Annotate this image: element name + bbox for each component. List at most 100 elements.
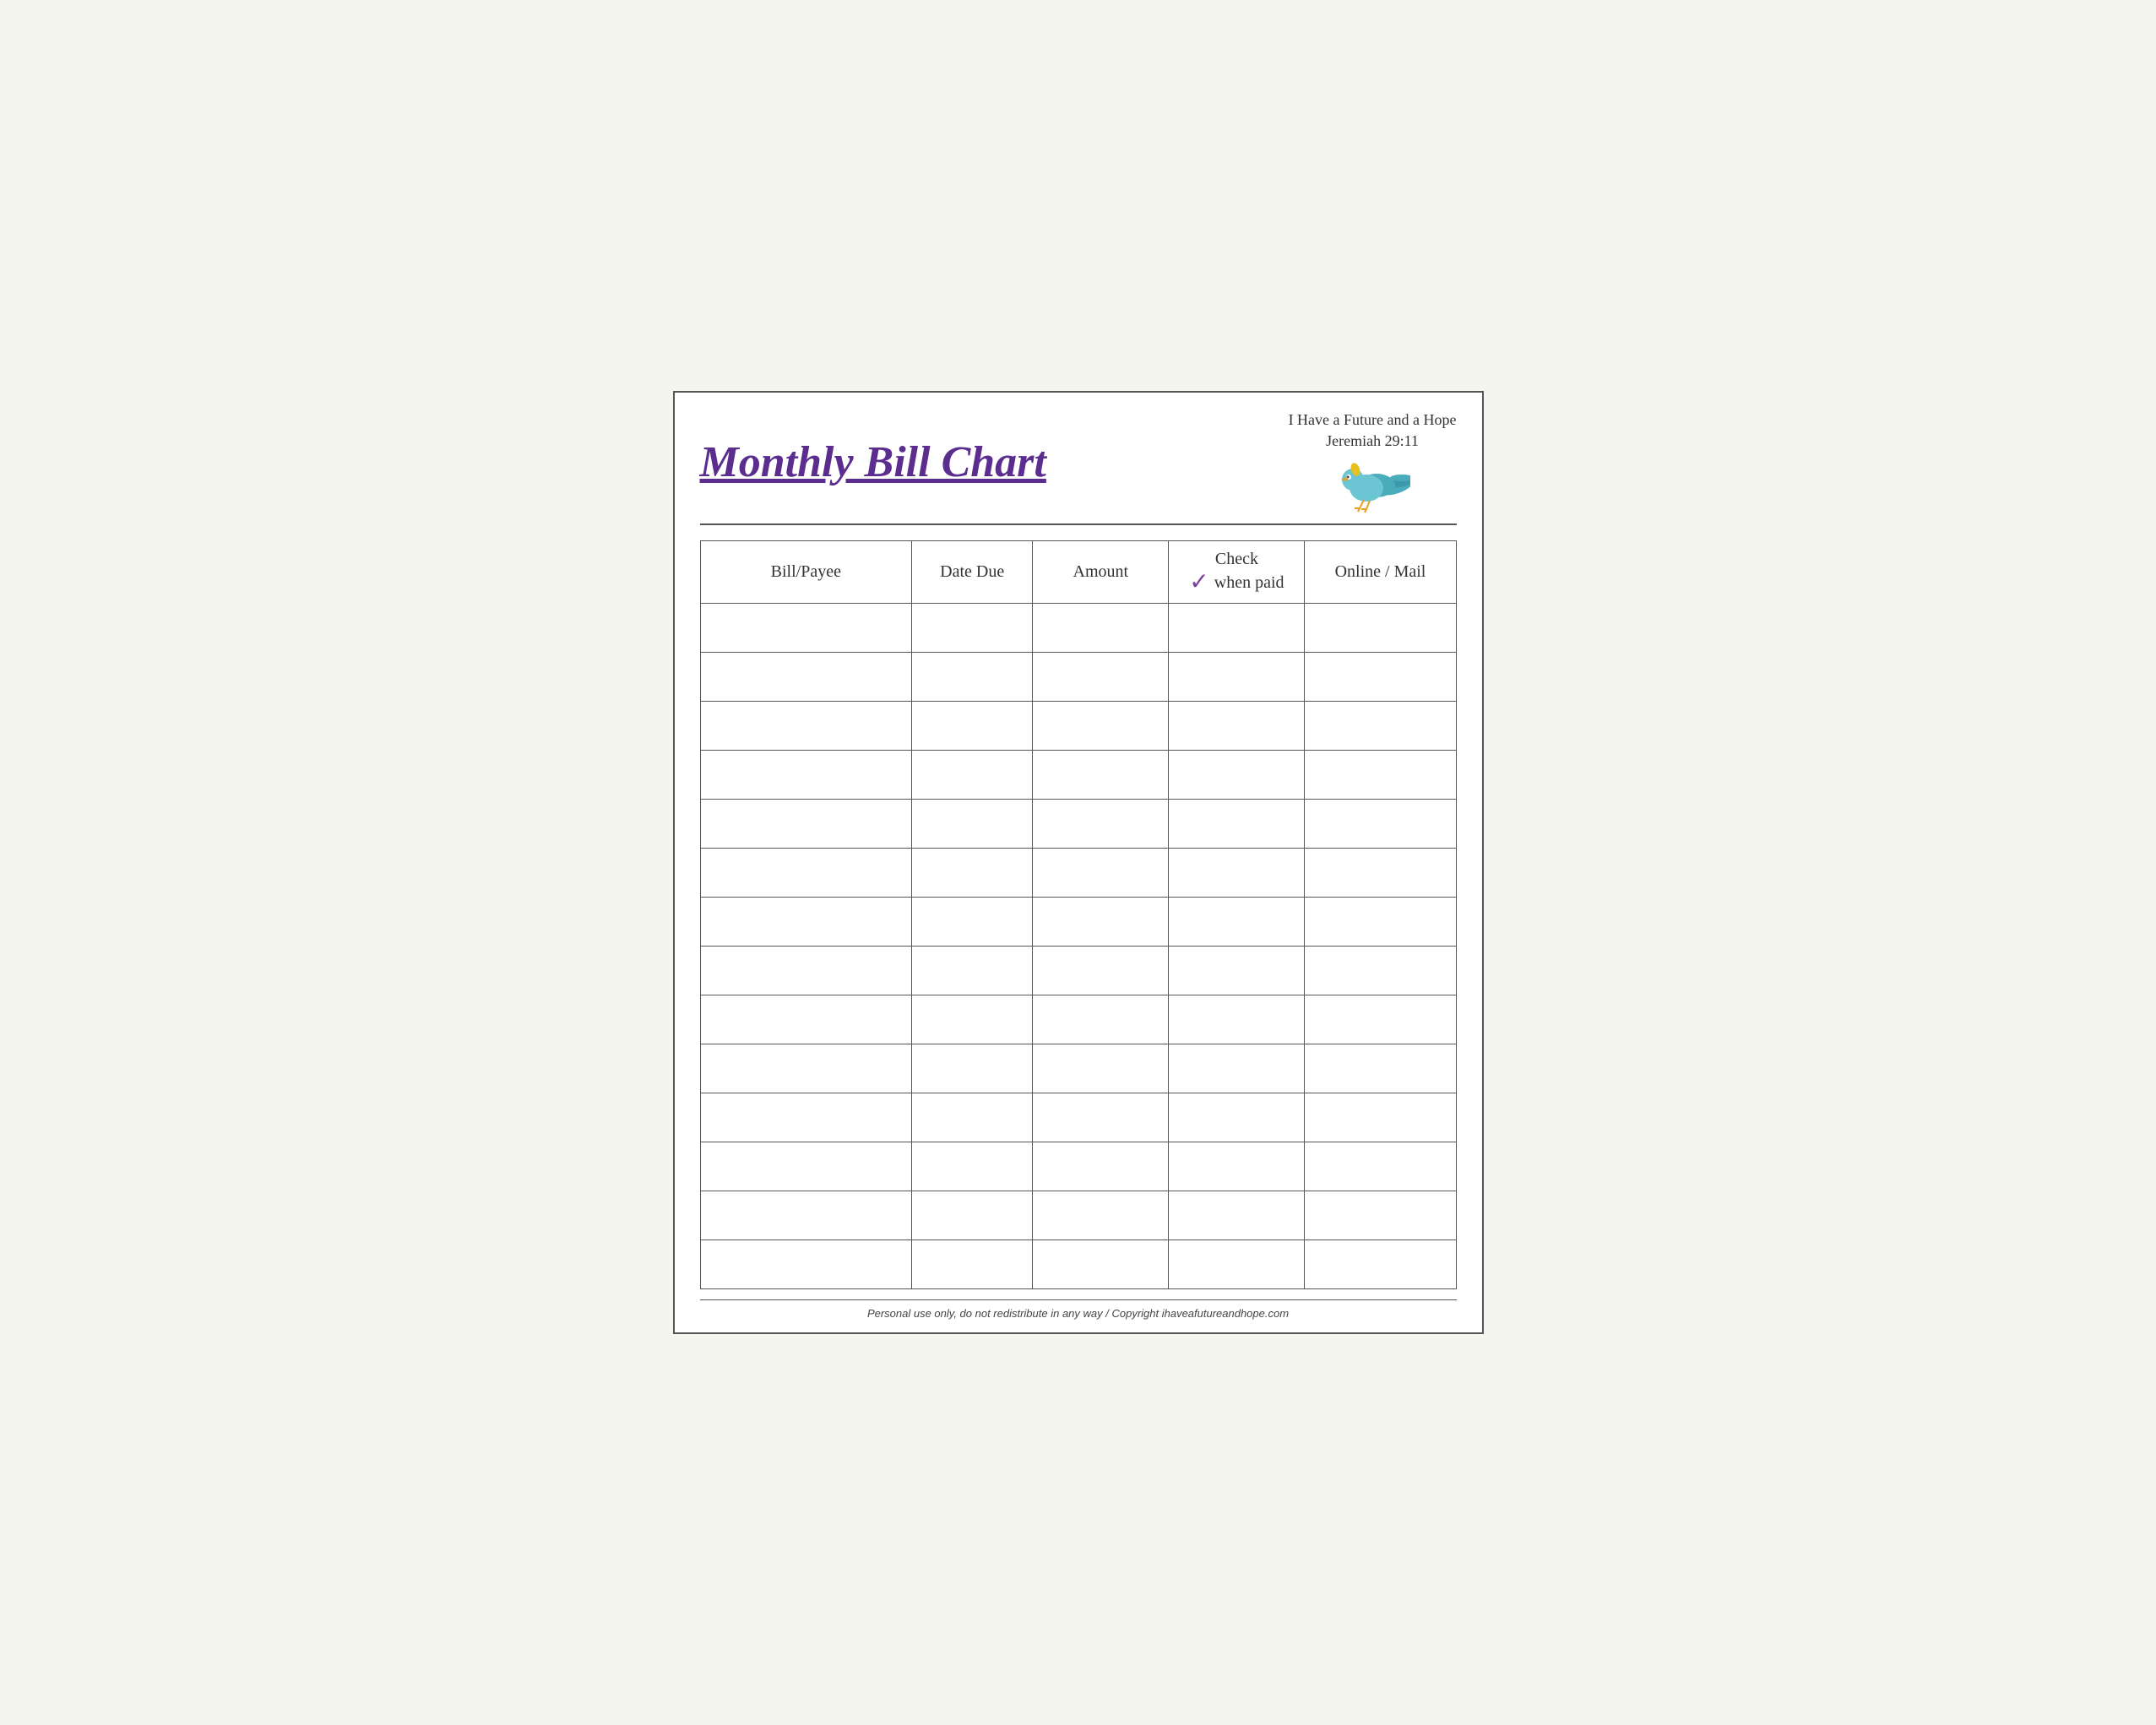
table-cell	[1169, 849, 1305, 898]
col-header-date-due: Date Due	[912, 541, 1033, 604]
table-cell	[1305, 849, 1456, 898]
table-cell	[1033, 604, 1169, 653]
table-cell	[912, 604, 1033, 653]
page-header: Monthly Bill Chart I Have a Future and a…	[700, 410, 1457, 525]
table-cell	[1305, 1240, 1456, 1289]
bird-icon	[1334, 456, 1410, 515]
table-cell	[1305, 1142, 1456, 1191]
col-header-check-when-paid: Check ✓ when paid	[1169, 541, 1305, 604]
table-cell	[700, 604, 912, 653]
table-cell	[1169, 751, 1305, 800]
table-cell	[700, 947, 912, 995]
table-cell	[1305, 898, 1456, 947]
table-cell	[700, 1044, 912, 1093]
table-cell	[1305, 751, 1456, 800]
table-cell	[1033, 751, 1169, 800]
table-cell	[1169, 995, 1305, 1044]
table-cell	[1305, 702, 1456, 751]
table-cell	[1033, 995, 1169, 1044]
table-cell	[912, 1240, 1033, 1289]
bill-table: Bill/Payee Date Due Amount Check ✓ when …	[700, 540, 1457, 1289]
page-container: Monthly Bill Chart I Have a Future and a…	[673, 391, 1484, 1334]
table-cell	[1169, 1093, 1305, 1142]
check-header-content: Check ✓ when paid	[1176, 550, 1297, 594]
table-cell	[1169, 898, 1305, 947]
table-cell	[1033, 653, 1169, 702]
table-cell	[912, 1093, 1033, 1142]
table-row	[700, 751, 1456, 800]
table-row	[700, 800, 1456, 849]
table-cell	[912, 653, 1033, 702]
table-cell	[912, 1142, 1033, 1191]
table-cell	[1033, 1240, 1169, 1289]
table-cell	[1033, 800, 1169, 849]
table-row	[700, 604, 1456, 653]
table-cell	[1169, 947, 1305, 995]
table-cell	[1033, 1044, 1169, 1093]
verse-text: I Have a Future and a Hope Jeremiah 29:1…	[1289, 410, 1457, 452]
table-cell	[912, 849, 1033, 898]
table-cell	[912, 751, 1033, 800]
table-cell	[700, 1191, 912, 1240]
table-cell	[1169, 604, 1305, 653]
table-row	[700, 898, 1456, 947]
table-cell	[700, 849, 912, 898]
table-cell	[912, 702, 1033, 751]
table-cell	[1169, 702, 1305, 751]
page-title: Monthly Bill Chart	[700, 438, 1046, 486]
table-cell	[1169, 1240, 1305, 1289]
table-cell	[1305, 1191, 1456, 1240]
table-row	[700, 1044, 1456, 1093]
table-cell	[1305, 995, 1456, 1044]
table-cell	[1033, 898, 1169, 947]
table-cell	[1169, 800, 1305, 849]
table-cell	[700, 995, 912, 1044]
table-cell	[912, 1191, 1033, 1240]
table-row	[700, 1093, 1456, 1142]
table-cell	[700, 1240, 912, 1289]
table-row	[700, 995, 1456, 1044]
table-header-row: Bill/Payee Date Due Amount Check ✓ when …	[700, 541, 1456, 604]
table-row	[700, 947, 1456, 995]
table-row	[700, 653, 1456, 702]
table-cell	[1305, 1093, 1456, 1142]
col-header-amount: Amount	[1033, 541, 1169, 604]
table-cell	[1169, 1142, 1305, 1191]
checkmark-icon: ✓	[1189, 571, 1208, 594]
col-header-online-mail: Online / Mail	[1305, 541, 1456, 604]
table-cell	[700, 800, 912, 849]
table-cell	[700, 702, 912, 751]
table-cell	[1305, 800, 1456, 849]
table-cell	[912, 947, 1033, 995]
table-cell	[1305, 947, 1456, 995]
table-cell	[1169, 653, 1305, 702]
table-row	[700, 1142, 1456, 1191]
table-cell	[912, 800, 1033, 849]
table-cell	[1305, 1044, 1456, 1093]
table-cell	[700, 1142, 912, 1191]
table-cell	[1169, 1044, 1305, 1093]
table-cell	[1305, 604, 1456, 653]
title-area: Monthly Bill Chart	[700, 438, 1046, 486]
table-cell	[1033, 1093, 1169, 1142]
table-cell	[1033, 849, 1169, 898]
table-cell	[1033, 1191, 1169, 1240]
table-cell	[1033, 702, 1169, 751]
table-cell	[1305, 653, 1456, 702]
header-right: I Have a Future and a Hope Jeremiah 29:1…	[1289, 410, 1457, 515]
table-cell	[700, 653, 912, 702]
table-row	[700, 702, 1456, 751]
table-row	[700, 1191, 1456, 1240]
page-footer: Personal use only, do not redistribute i…	[700, 1299, 1457, 1320]
table-row	[700, 1240, 1456, 1289]
table-cell	[912, 898, 1033, 947]
table-row	[700, 849, 1456, 898]
table-cell	[1033, 947, 1169, 995]
col-header-bill-payee: Bill/Payee	[700, 541, 912, 604]
table-cell	[700, 1093, 912, 1142]
table-cell	[1033, 1142, 1169, 1191]
table-cell	[700, 898, 912, 947]
table-cell	[912, 995, 1033, 1044]
table-cell	[912, 1044, 1033, 1093]
table-cell	[700, 751, 912, 800]
